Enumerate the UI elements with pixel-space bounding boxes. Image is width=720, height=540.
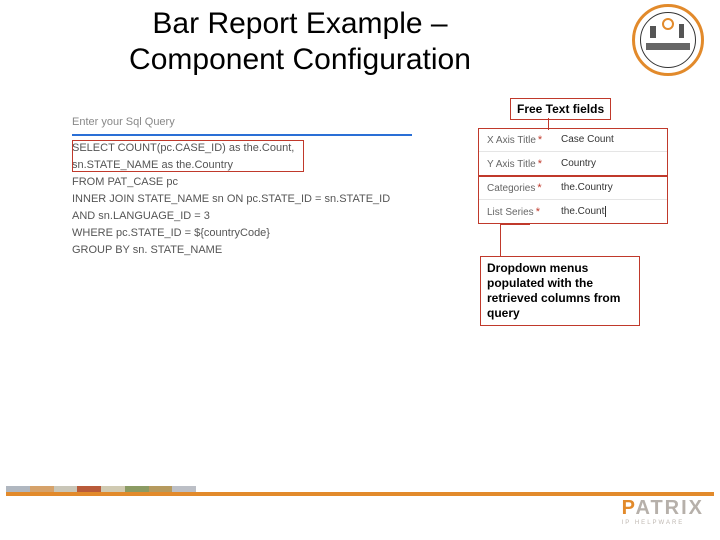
list-series-label: List Series* bbox=[479, 206, 557, 218]
categories-row: Categories* the.Country bbox=[479, 176, 668, 200]
sql-line: FROM PAT_CASE pc bbox=[72, 174, 412, 191]
x-axis-title-input[interactable]: Case Count bbox=[557, 134, 614, 145]
page-title: Bar Report Example – Component Configura… bbox=[80, 6, 520, 78]
sql-query-section: Enter your Sql Query SELECT COUNT(pc.CAS… bbox=[72, 116, 412, 259]
sql-line: AND sn.LANGUAGE_ID = 3 bbox=[72, 208, 412, 225]
sql-line: GROUP BY sn. STATE_NAME bbox=[72, 242, 412, 259]
sql-line: sn.STATE_NAME as the.Country bbox=[72, 157, 412, 174]
x-axis-title-row: X Axis Title* Case Count bbox=[479, 128, 668, 152]
text-cursor-icon bbox=[605, 206, 606, 217]
y-axis-title-row: Y Axis Title* Country bbox=[479, 152, 668, 176]
callout-connector-icon bbox=[500, 224, 530, 225]
sql-line: SELECT COUNT(pc.CASE_ID) as the.Count, bbox=[72, 140, 412, 157]
divider bbox=[72, 134, 412, 136]
brand-subtitle: IP HELPWARE bbox=[622, 520, 704, 526]
dropdown-callout: Dropdown menus populated with the retrie… bbox=[480, 256, 640, 326]
brand-logo: PATRIX IP HELPWARE bbox=[622, 497, 704, 526]
sql-query-textarea[interactable]: SELECT COUNT(pc.CASE_ID) as the.Count, s… bbox=[72, 140, 412, 259]
footer-bar bbox=[6, 492, 714, 496]
y-axis-title-label: Y Axis Title* bbox=[479, 158, 557, 170]
categories-label: Categories* bbox=[479, 182, 557, 194]
sql-line: WHERE pc.STATE_ID = ${countryCode} bbox=[72, 225, 412, 242]
sql-query-label: Enter your Sql Query bbox=[72, 116, 412, 128]
sql-line: INNER JOIN STATE_NAME sn ON pc.STATE_ID … bbox=[72, 191, 412, 208]
callout-connector-icon bbox=[500, 224, 501, 256]
y-axis-title-input[interactable]: Country bbox=[557, 158, 596, 169]
callout-connector-icon bbox=[548, 118, 549, 130]
x-axis-title-label: X Axis Title* bbox=[479, 134, 557, 146]
list-series-row: List Series* the.Count bbox=[479, 200, 668, 224]
chart-config-panel: X Axis Title* Case Count Y Axis Title* C… bbox=[478, 128, 668, 224]
free-text-callout: Free Text fields bbox=[510, 98, 611, 120]
brand-name-rest: ATRIX bbox=[635, 497, 704, 519]
categories-select[interactable]: the.Country bbox=[557, 182, 613, 193]
list-series-select[interactable]: the.Count bbox=[557, 206, 606, 217]
conference-badge-icon bbox=[632, 4, 704, 76]
